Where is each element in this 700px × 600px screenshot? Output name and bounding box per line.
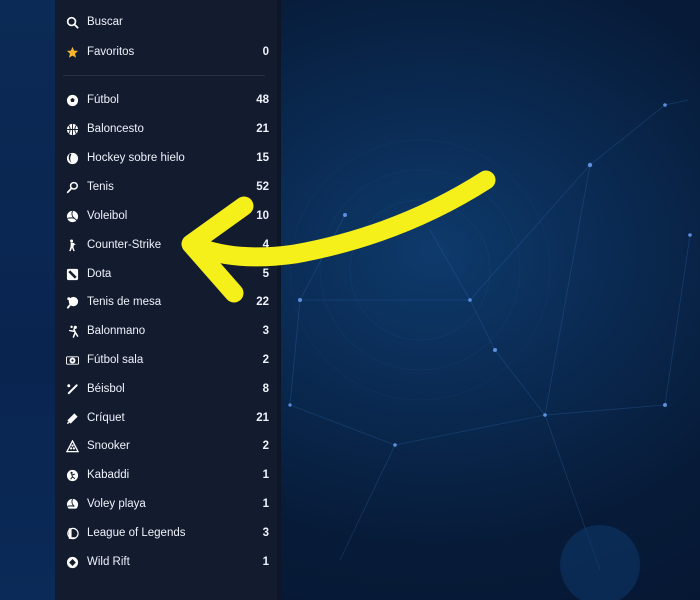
sidebar-item-wild-rift[interactable]: Wild Rift 1 xyxy=(63,548,269,576)
sidebar-item-counter-strike[interactable]: Counter-Strike 4 xyxy=(63,231,269,259)
search-button[interactable]: Buscar xyxy=(63,8,269,36)
cricket-bat-icon xyxy=(65,411,79,425)
sidebar-item-voleibol[interactable]: Voleibol 10 xyxy=(63,202,269,230)
ping-pong-icon xyxy=(65,295,79,309)
sidebar-item-count: 8 xyxy=(262,383,269,395)
kabaddi-icon xyxy=(65,468,79,482)
sidebar-item-futbol-sala[interactable]: Fútbol sala 2 xyxy=(63,346,269,374)
search-label: Buscar xyxy=(87,16,123,28)
sidebar-item-label: Wild Rift xyxy=(87,556,130,568)
sidebar-item-baloncesto[interactable]: Baloncesto 21 xyxy=(63,115,269,143)
sidebar-item-criquet[interactable]: Críquet 21 xyxy=(63,404,269,432)
sidebar-item-count: 2 xyxy=(262,354,269,366)
sidebar-item-count: 5 xyxy=(262,268,269,280)
sidebar-item-count: 1 xyxy=(262,498,269,510)
sidebar-item-count: 48 xyxy=(256,94,269,106)
sidebar-item-count: 21 xyxy=(256,123,269,135)
sidebar-item-count: 3 xyxy=(262,325,269,337)
sidebar-item-league-of-legends[interactable]: League of Legends 3 xyxy=(63,519,269,547)
volleyball-icon xyxy=(65,209,79,223)
counter-strike-icon xyxy=(65,238,79,252)
sidebar-item-favoritos[interactable]: Favoritos 0 xyxy=(63,38,269,66)
soccer-ball-icon xyxy=(65,93,79,107)
search-icon xyxy=(65,15,79,29)
hockey-puck-icon xyxy=(65,151,79,165)
sidebar-item-count: 15 xyxy=(256,152,269,164)
sidebar-item-count: 0 xyxy=(262,46,269,58)
sidebar-item-label: Dota xyxy=(87,268,112,280)
sidebar-item-dota[interactable]: Dota 5 xyxy=(63,260,269,288)
sidebar-item-beisbol[interactable]: Béisbol 8 xyxy=(63,375,269,403)
sidebar-item-tenis-de-mesa[interactable]: Tenis de mesa 22 xyxy=(63,288,269,316)
sidebar-item-label: Críquet xyxy=(87,412,125,424)
sports-sidebar: Buscar Favoritos 0 Fútbol 48 Baloncesto … xyxy=(55,0,277,600)
sidebar-item-kabaddi[interactable]: Kabaddi 1 xyxy=(63,461,269,489)
tennis-racket-icon xyxy=(65,180,79,194)
sidebar-item-hockey[interactable]: Hockey sobre hielo 15 xyxy=(63,144,269,172)
wild-rift-icon xyxy=(65,555,79,569)
sidebar-item-label: Tenis xyxy=(87,181,114,193)
sidebar-item-count: 1 xyxy=(262,556,269,568)
sidebar-item-label: Balonmano xyxy=(87,325,146,337)
star-icon xyxy=(65,45,79,59)
league-of-legends-icon xyxy=(65,526,79,540)
sidebar-item-voley-playa[interactable]: Voley playa 1 xyxy=(63,490,269,518)
sidebar-item-count: 10 xyxy=(256,210,269,222)
sidebar-item-label: Counter-Strike xyxy=(87,239,162,251)
sidebar-item-count: 22 xyxy=(256,296,269,308)
sidebar-edge xyxy=(277,0,281,600)
handball-icon xyxy=(65,324,79,338)
sidebar-item-label: Béisbol xyxy=(87,383,125,395)
sidebar-item-count: 4 xyxy=(262,239,269,251)
beach-volleyball-icon xyxy=(65,497,79,511)
sidebar-item-tenis[interactable]: Tenis 52 xyxy=(63,173,269,201)
sidebar-item-count: 2 xyxy=(262,440,269,452)
sidebar-item-label: Favoritos xyxy=(87,46,135,58)
sidebar-item-label: Hockey sobre hielo xyxy=(87,152,185,164)
sidebar-item-count: 21 xyxy=(256,412,269,424)
sidebar-item-label: Fútbol xyxy=(87,94,119,106)
sidebar-divider xyxy=(63,75,265,76)
sidebar-item-label: Baloncesto xyxy=(87,123,144,135)
sidebar-item-label: Snooker xyxy=(87,440,130,452)
baseball-bat-icon xyxy=(65,382,79,396)
futsal-icon xyxy=(65,353,79,367)
sidebar-item-label: League of Legends xyxy=(87,527,186,539)
basketball-icon xyxy=(65,122,79,136)
sidebar-item-label: Voley playa xyxy=(87,498,146,510)
sidebar-item-label: Voleibol xyxy=(87,210,128,222)
sidebar-item-balonmano[interactable]: Balonmano 3 xyxy=(63,317,269,345)
sidebar-item-label: Tenis de mesa xyxy=(87,296,162,308)
sidebar-item-label: Fútbol sala xyxy=(87,354,144,366)
left-background-strip xyxy=(0,0,55,600)
sidebar-item-count: 3 xyxy=(262,527,269,539)
sidebar-item-futbol[interactable]: Fútbol 48 xyxy=(63,86,269,114)
sidebar-item-count: 52 xyxy=(256,181,269,193)
dota-icon xyxy=(65,267,79,281)
sidebar-item-count: 1 xyxy=(262,469,269,481)
snooker-icon xyxy=(65,439,79,453)
sidebar-item-label: Kabaddi xyxy=(87,469,130,481)
sidebar-item-snooker[interactable]: Snooker 2 xyxy=(63,432,269,460)
